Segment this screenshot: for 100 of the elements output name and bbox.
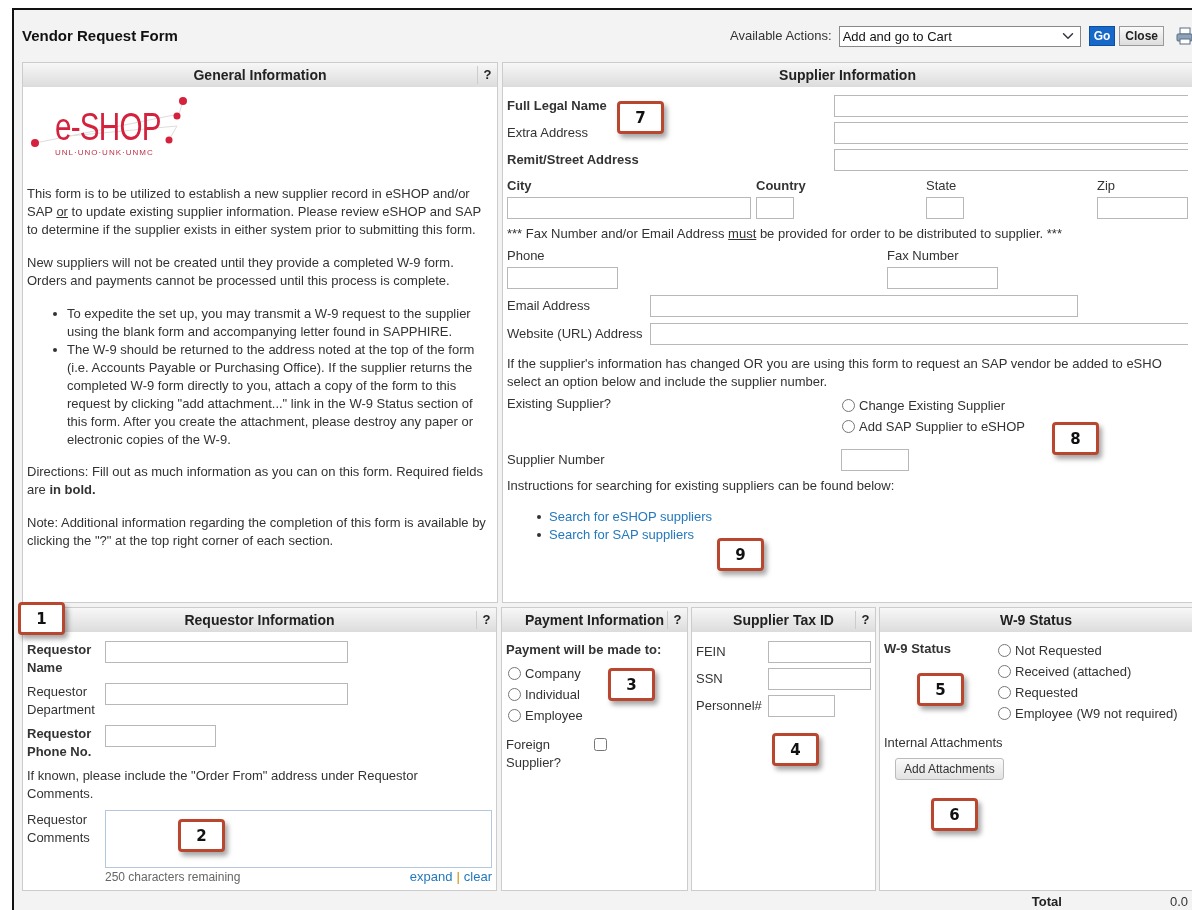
text-field[interactable] <box>650 323 1188 345</box>
text-field[interactable] <box>768 641 871 663</box>
help-link[interactable]: ? <box>855 611 875 629</box>
radio-button[interactable] <box>842 399 855 412</box>
radio-button[interactable] <box>998 644 1011 657</box>
radio-button[interactable] <box>998 707 1011 720</box>
callout-number: 3 <box>608 668 655 701</box>
section-title: W-9 Status <box>999 611 1073 629</box>
field-label: Website (URL) Address <box>507 326 643 341</box>
actions-select[interactable]: Add and go to Cart <box>838 25 1081 47</box>
link-separator: | <box>456 868 460 886</box>
section-title: Supplier Information <box>779 66 916 84</box>
radio-button[interactable] <box>508 667 521 680</box>
search-link[interactable]: Search for eSHOP suppliers <box>549 508 713 526</box>
callout-number: 5 <box>917 673 964 706</box>
radio-button[interactable] <box>998 665 1011 678</box>
text-field[interactable] <box>507 197 751 219</box>
close-button[interactable]: Close <box>1119 26 1164 46</box>
requestor-note: If known, please include the "Order From" address under Requestor Comments. <box>27 767 419 803</box>
change-note: If the supplier's information has changed OR you are using this form to request an SAP vendor be added to eSHO select an option below and include the supplier number. <box>507 355 1162 391</box>
search-link[interactable]: Search for SAP suppliers <box>549 526 694 544</box>
option-label: Requested <box>1015 683 1078 702</box>
option-label: Not Requested <box>1015 641 1102 660</box>
radio-button[interactable] <box>508 709 521 722</box>
bullet-icon <box>53 348 57 352</box>
logo-wordmark: e-SHOP <box>55 108 161 146</box>
field-label: Supplier Number <box>507 451 606 469</box>
field-label: Existing Supplier? <box>507 395 613 413</box>
option-label: Change Existing Supplier <box>859 396 1005 415</box>
text-field[interactable] <box>650 295 1078 317</box>
total-label: Total <box>1031 893 1062 910</box>
radio-button[interactable] <box>998 686 1011 699</box>
logo-tagline: UNL·UNO·UNK·UNMC <box>55 148 154 158</box>
checkbox[interactable] <box>594 738 607 751</box>
radio-button[interactable] <box>508 688 521 701</box>
section-title: Supplier Tax ID <box>733 611 834 629</box>
section-title: Requestor Information <box>184 611 335 629</box>
help-link[interactable]: ? <box>476 611 496 629</box>
expand-link[interactable]: expand <box>409 868 453 886</box>
search-note: Instructions for searching for existing suppliers can be found below: <box>507 477 896 495</box>
text-field[interactable] <box>105 641 348 663</box>
actions-label: Available Actions: <box>729 27 832 45</box>
callout-number: 8 <box>1052 422 1099 455</box>
option-label: Company <box>525 664 581 683</box>
field-label: Fax Number <box>887 248 959 263</box>
go-button[interactable]: Go <box>1088 26 1116 46</box>
text-field[interactable] <box>768 695 835 717</box>
text-field[interactable] <box>507 267 618 289</box>
fax-note: *** Fax Number and/or Email Address must be provided for order to be distributed to supplier. *** <box>507 225 1062 243</box>
text-field[interactable] <box>841 449 909 471</box>
field-label: Requestor Department <box>27 684 95 717</box>
section-title: Payment Information <box>524 611 665 629</box>
field-label: Zip <box>1097 178 1116 193</box>
option-label: Employee (W9 not required) <box>1015 704 1178 723</box>
field-label: Phone <box>507 248 545 263</box>
radio-button[interactable] <box>842 420 855 433</box>
callout-number: 4 <box>772 733 819 766</box>
field-label: W-9 Status <box>884 641 951 656</box>
text-field[interactable] <box>1097 197 1188 219</box>
option-label: Received (attached) <box>1015 662 1132 681</box>
attachments-label: Internal Attachments <box>884 734 1004 752</box>
field-label: Email Address <box>507 298 591 313</box>
text-field[interactable] <box>834 121 1188 144</box>
field-label: FEIN <box>696 643 727 661</box>
directions-paragraph: Directions: Fill out as much information as you can on this form. Required fields are in bold. <box>27 463 484 499</box>
help-link[interactable]: ? <box>667 611 687 629</box>
callout-number: 2 <box>178 819 225 852</box>
comments-field[interactable] <box>105 810 492 868</box>
field-label: Requestor Comments <box>27 811 91 847</box>
field-label: Foreign Supplier? <box>506 736 562 772</box>
callout-number: 1 <box>18 602 65 635</box>
callout-number: 6 <box>931 798 978 831</box>
text-field[interactable] <box>756 197 794 219</box>
field-label: City <box>507 178 532 193</box>
help-link[interactable]: ? <box>477 66 497 84</box>
option-label: Add SAP Supplier to eSHOP <box>859 417 1025 436</box>
option-label: Employee <box>525 706 583 725</box>
text-field[interactable] <box>834 94 1188 117</box>
field-label: Extra Address <box>507 124 588 140</box>
field-label: SSN <box>696 670 724 688</box>
field-label: Personnel# <box>696 697 763 715</box>
text-field[interactable] <box>105 725 216 747</box>
text-field[interactable] <box>926 197 964 219</box>
form-title: Vendor Request Form <box>22 27 178 45</box>
section-title: General Information <box>193 66 327 84</box>
printer-icon[interactable] <box>1176 27 1192 45</box>
info-paragraph: New suppliers will not be created until they provide a completed W-9 form. Orders and payments cannot be processed until this process is complete. <box>27 254 455 290</box>
bullet-icon <box>537 533 541 537</box>
bullet-text: The W-9 should be returned to the address noted at the top of the form (i.e. Accounts Payable or Purchasing Office). If the supplier returns the completed W-9 form directly to you, attach a copy of the form to this request by clicking "add attachment..." link in the W-9 Status section of this form. After you create the attachment, please destroy any paper or electronic copies of the W-9. <box>67 341 476 449</box>
bullet-icon <box>53 312 57 316</box>
note-paragraph: Note: Additional information regarding the completion of this form is available by clicking the "?" at the top right corner of each section. <box>27 514 487 550</box>
text-field[interactable] <box>834 148 1188 171</box>
bullet-icon <box>537 515 541 519</box>
field-label: Requestor Phone No. <box>27 726 92 759</box>
callout-number: 9 <box>717 538 764 571</box>
text-field[interactable] <box>105 683 348 705</box>
add-attachments-button[interactable]: Add Attachments <box>895 758 1004 780</box>
text-field[interactable] <box>768 668 871 690</box>
clear-link[interactable]: clear <box>463 868 492 886</box>
text-field[interactable] <box>887 267 998 289</box>
